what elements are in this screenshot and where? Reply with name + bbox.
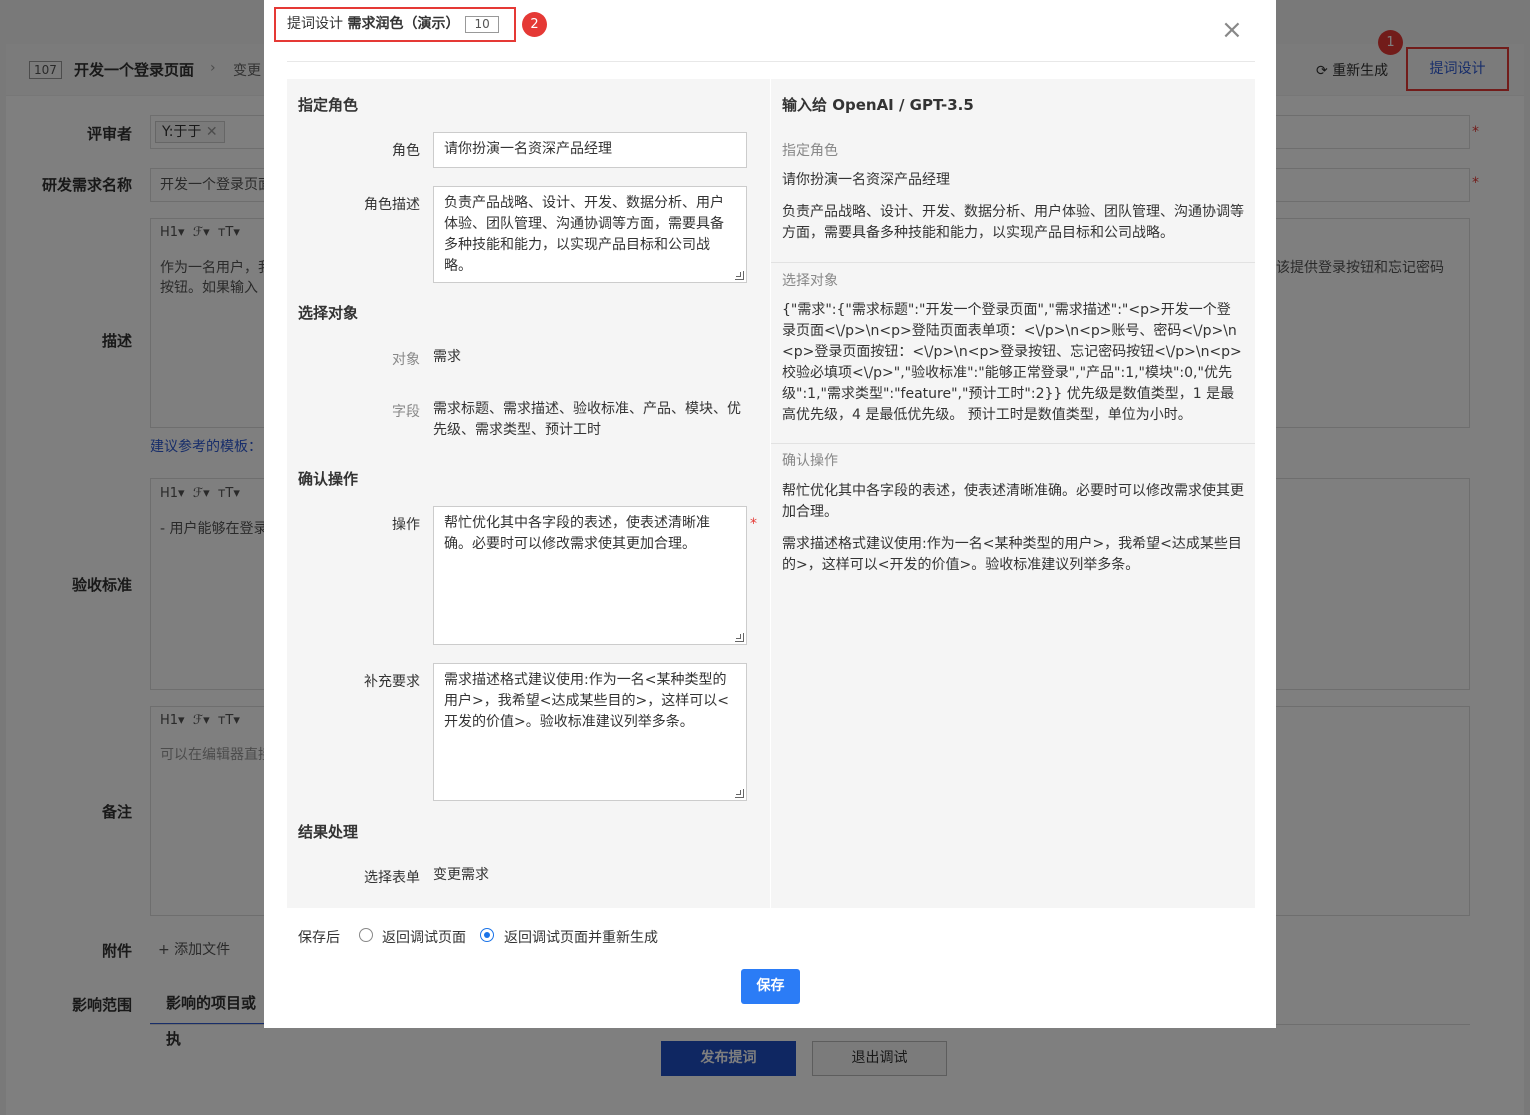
role-desc-textarea[interactable]: 负责产品战略、设计、开发、数据分析、用户体验、团队管理、沟通协调等方面，需要具备… — [433, 186, 747, 283]
required-mark: * — [750, 516, 757, 532]
extra-textarea[interactable]: 需求描述格式建议使用:作为一名<某种类型的用户>，我希望<达成某些目的>，这样可… — [433, 663, 747, 801]
preview-role-desc: 负责产品战略、设计、开发、数据分析、用户体验、团队管理、沟通协调等方面，需要具备… — [782, 204, 1244, 241]
section-result-title: 结果处理 — [298, 823, 359, 841]
save-button[interactable]: 保存 — [741, 969, 800, 1004]
role-desc-text: 负责产品战略、设计、开发、数据分析、用户体验、团队管理、沟通协调等方面，需要具备… — [444, 195, 724, 274]
resize-handle-icon[interactable] — [735, 633, 744, 642]
section-confirm-title: 确认操作 — [298, 470, 359, 488]
object-label: 对象 — [392, 352, 420, 368]
preview-role-heading: 指定角色 — [782, 143, 838, 159]
preview-object-heading: 选择对象 — [782, 273, 838, 289]
resize-handle-icon[interactable] — [735, 271, 744, 280]
preview-divider — [771, 443, 1255, 444]
section-object-title: 选择对象 — [298, 304, 359, 322]
object-value: 需求 — [433, 349, 461, 365]
form-label: 选择表单 — [364, 870, 420, 886]
dialog-title: 提词设计 需求润色（演示） 10 — [274, 7, 516, 42]
radio-return-debug[interactable] — [359, 928, 373, 942]
role-label: 角色 — [392, 143, 420, 159]
extra-text: 需求描述格式建议使用:作为一名<某种类型的用户>，我希望<达成某些目的>，这样可… — [444, 672, 729, 730]
preview-divider — [771, 262, 1255, 263]
radio-return-debug-label[interactable]: 返回调试页面 — [382, 927, 466, 947]
radio-return-regenerate[interactable] — [480, 928, 494, 942]
preview-operation-value: 帮忙优化其中各字段的表述，使表述清晰准确。必要时可以修改需求使其更加合理。 — [782, 483, 1244, 520]
form-value: 变更需求 — [433, 867, 489, 883]
fields-label: 字段 — [392, 404, 420, 420]
operation-text: 帮忙优化其中各字段的表述，使表述清晰准确。必要时可以修改需求使其更加合理。 — [444, 515, 710, 552]
preview-confirm-heading: 确认操作 — [782, 453, 838, 469]
resize-handle-icon[interactable] — [735, 789, 744, 798]
marker-2: 2 — [522, 12, 547, 37]
operation-textarea[interactable]: 帮忙优化其中各字段的表述，使表述清晰准确。必要时可以修改需求使其更加合理。 — [433, 506, 747, 645]
preview-extra-value: 需求描述格式建议使用:作为一名<某种类型的用户>，我希望<达成某些目的>，这样可… — [782, 536, 1242, 573]
close-icon[interactable]: × — [1221, 15, 1243, 45]
dialog-divider — [287, 61, 1255, 62]
radio-return-regenerate-label[interactable]: 返回调试页面并重新生成 — [504, 927, 658, 947]
dialog-title-name: 需求润色（演示） — [347, 16, 460, 32]
section-role-title: 指定角色 — [298, 96, 359, 114]
fields-value: 需求标题、需求描述、验收标准、产品、模块、优先级、需求类型、预计工时 — [433, 401, 741, 438]
preview-role-value: 请你扮演一名资深产品经理 — [782, 172, 950, 188]
extra-label: 补充要求 — [364, 674, 420, 690]
role-desc-label: 角色描述 — [364, 197, 420, 213]
dialog-title-prefix: 提词设计 — [287, 16, 343, 32]
preview-object-value: {"需求":{"需求标题":"开发一个登录页面","需求描述":"<p>开发一个… — [782, 302, 1242, 423]
save-after-label: 保存后 — [298, 930, 340, 946]
preview-title: 输入给 OpenAI / GPT-3.5 — [782, 96, 974, 114]
role-input[interactable]: 请你扮演一名资深产品经理 — [433, 132, 747, 168]
operation-label: 操作 — [392, 517, 420, 533]
dialog-title-badge: 10 — [465, 15, 499, 33]
